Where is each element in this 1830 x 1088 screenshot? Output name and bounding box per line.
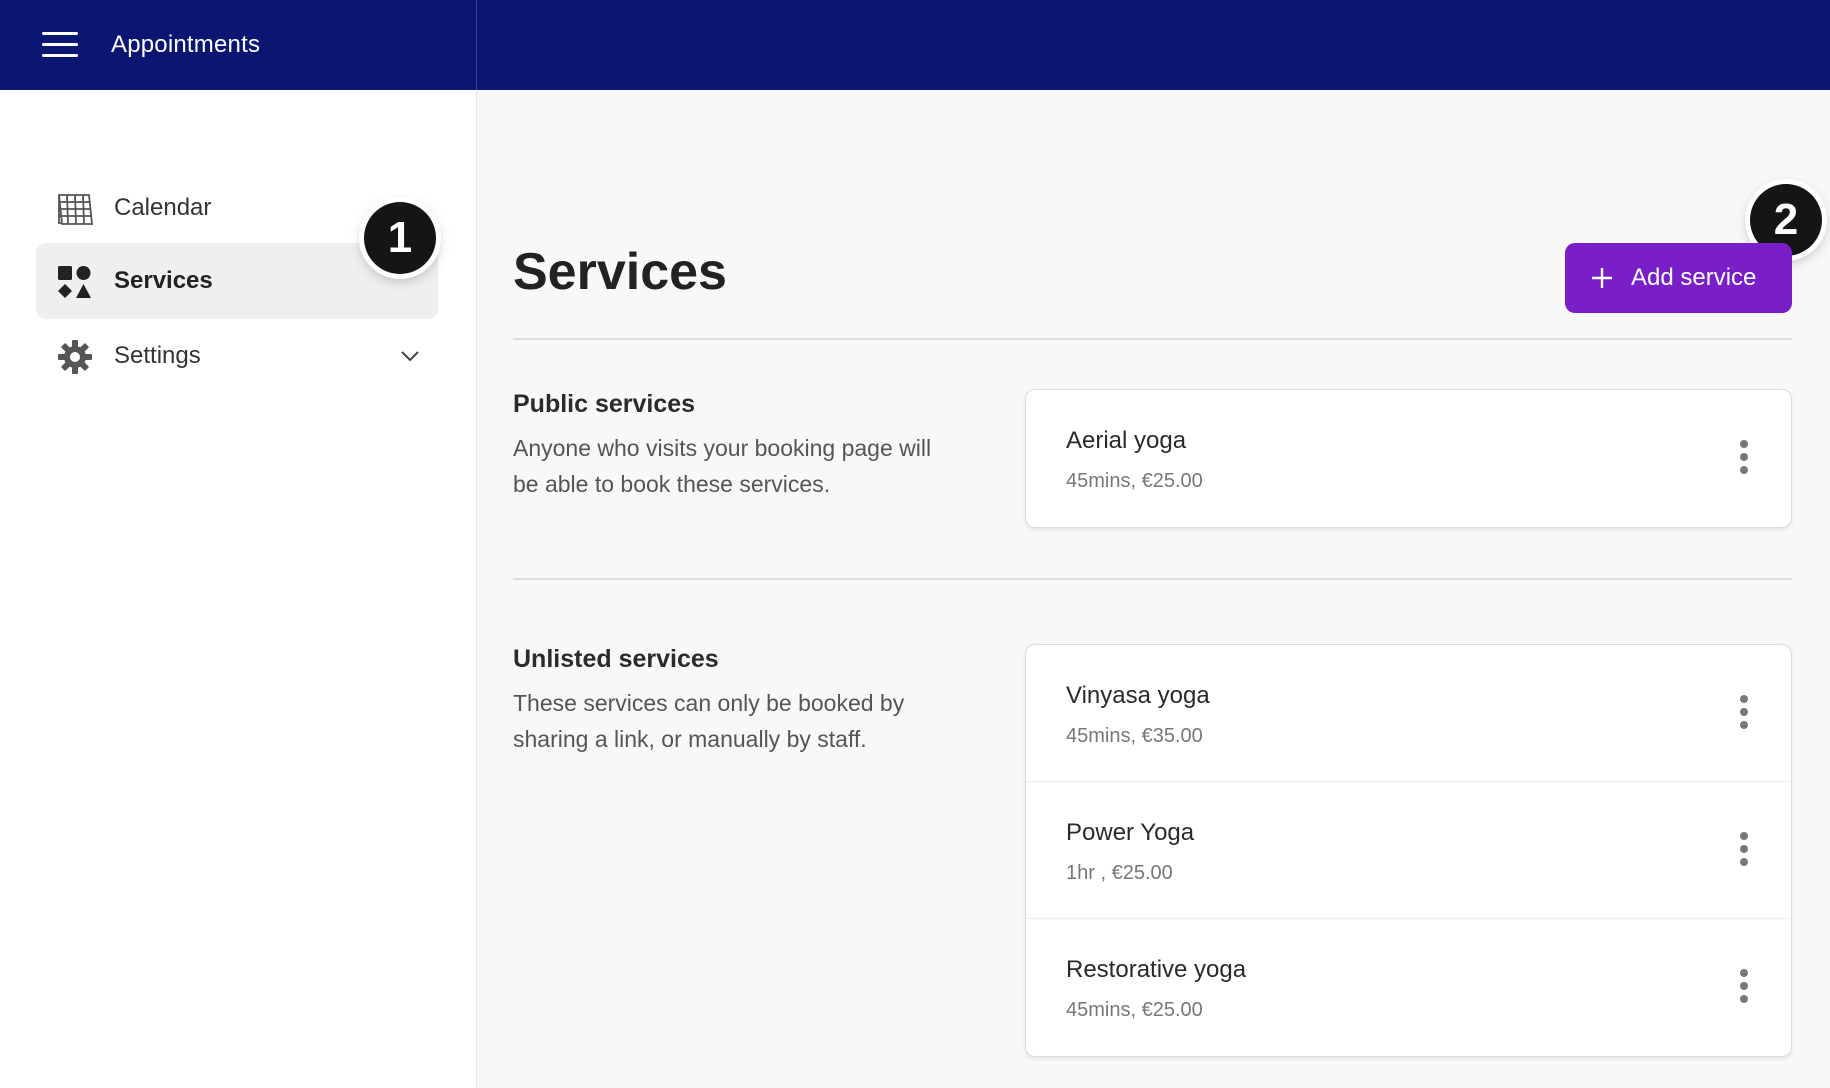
page-title: Services [513,243,727,301]
service-meta: 45mins, €35.00 [1066,725,1203,747]
unlisted-services-title: Unlisted services [513,645,719,673]
public-services-title: Public services [513,390,696,418]
sidebar-item-label: Settings [114,342,201,369]
sidebar-item-settings[interactable]: Settings [36,318,438,394]
more-options-icon[interactable] [1737,438,1751,478]
section-divider [513,578,1792,580]
service-name: Power Yoga [1066,819,1195,846]
unlisted-services-description: These services can only be booked by sha… [513,690,905,752]
sidebar-item-label: Services [114,267,213,294]
shapes-icon [58,266,91,298]
plus-icon [1592,268,1612,288]
add-service-button[interactable]: Add service [1565,243,1792,313]
sidebar-item-label: Calendar [114,194,212,221]
service-meta: 45mins, €25.00 [1066,470,1203,492]
app-title: Appointments [111,31,261,58]
list-item[interactable]: Power Yoga 1hr , €25.00 [1026,782,1791,919]
public-services-card: Aerial yoga 45mins, €25.00 [1025,389,1792,528]
more-options-icon[interactable] [1737,693,1751,733]
list-item[interactable]: Aerial yoga 45mins, €25.00 [1026,390,1791,527]
top-bar-brand-area: Appointments [0,0,477,90]
chevron-down-icon[interactable] [398,344,422,368]
service-name: Vinyasa yoga [1066,682,1210,709]
list-item[interactable]: Vinyasa yoga 45mins, €35.00 [1026,645,1791,782]
service-meta: 45mins, €25.00 [1066,999,1203,1021]
service-name: Restorative yoga [1066,956,1247,983]
header-divider [513,338,1792,340]
calendar-grid-icon [58,194,93,225]
top-bar: Appointments [0,0,1830,90]
service-meta: 1hr , €25.00 [1066,862,1173,884]
more-options-icon[interactable] [1737,967,1751,1007]
list-item[interactable]: Restorative yoga 45mins, €25.00 [1026,919,1791,1056]
service-name: Aerial yoga [1066,427,1187,454]
hamburger-menu-icon[interactable] [42,30,78,60]
gear-icon [58,340,92,374]
unlisted-services-card: Vinyasa yoga 45mins, €35.00 Power Yoga 1… [1025,644,1792,1057]
main-content: Services Add service Public services Any… [478,90,1830,1088]
add-service-label: Add service [1631,264,1757,291]
step-badge-1: 1 [364,202,436,274]
more-options-icon[interactable] [1737,830,1751,870]
public-services-description: Anyone who visits your booking page will… [513,435,932,497]
